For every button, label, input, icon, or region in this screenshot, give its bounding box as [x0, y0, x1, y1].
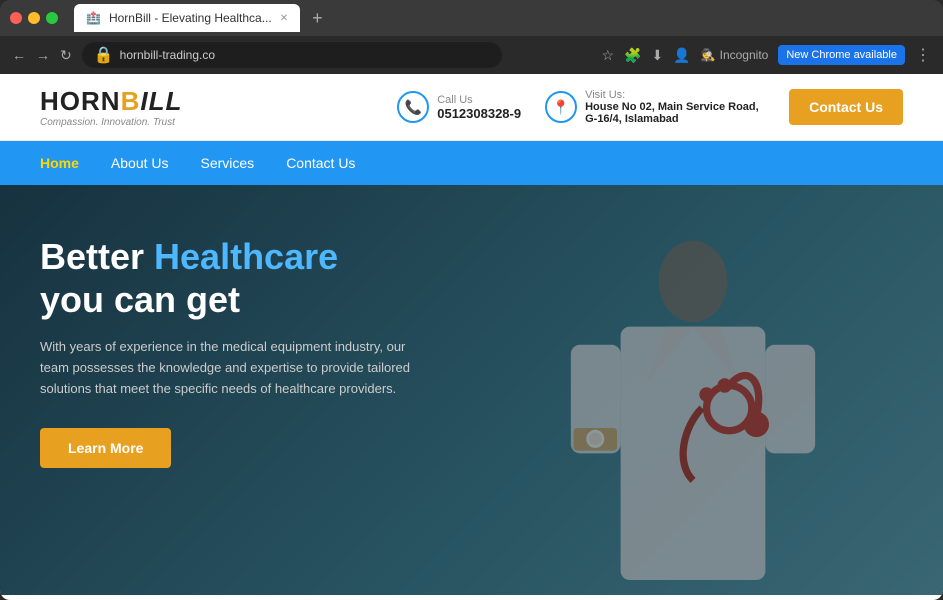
tab-title: HornBill - Elevating Healthca...	[109, 11, 272, 25]
learn-more-button[interactable]: Learn More	[40, 428, 171, 468]
tab-close-icon[interactable]: ✕	[280, 13, 288, 24]
download-icon[interactable]: ⬇	[652, 47, 664, 64]
bookmark-icon[interactable]: ☆	[602, 47, 615, 64]
reload-button[interactable]: ↻	[60, 47, 72, 64]
location-icon: 📍	[545, 91, 577, 123]
call-us-info: Call Us 0512308328-9	[437, 94, 521, 121]
address: House No 02, Main Service Road, G-16/4, …	[585, 101, 765, 125]
lock-icon: 🔒	[94, 45, 114, 65]
site-nav: Home About Us Services Contact Us	[0, 141, 943, 185]
hero-section: Better Healthcare you can get With years…	[0, 185, 943, 595]
logo: HORNBILL	[40, 86, 182, 117]
hero-title: Better Healthcare you can get	[40, 235, 480, 321]
new-chrome-button[interactable]: New Chrome available	[778, 45, 905, 65]
title-bar: 🏥 HornBill - Elevating Healthca... ✕ +	[0, 0, 943, 36]
website-content: HORNBILL Compassion. Innovation. Trust 📞…	[0, 74, 943, 600]
extensions-icon[interactable]: 🧩	[624, 47, 641, 64]
browser-frame: 🏥 HornBill - Elevating Healthca... ✕ + ←…	[0, 0, 943, 600]
logo-ill: ILL	[140, 86, 182, 116]
incognito-icon: 🕵️	[701, 48, 716, 62]
nav-services[interactable]: Services	[201, 143, 255, 183]
hero-title-plain: Better	[40, 236, 154, 277]
contact-us-button[interactable]: Contact Us	[789, 89, 903, 125]
traffic-lights	[10, 12, 58, 24]
logo-horn: H	[40, 86, 60, 116]
back-button[interactable]: ←	[12, 47, 26, 63]
nav-about[interactable]: About Us	[111, 143, 169, 183]
url-text: hornbill-trading.co	[120, 48, 215, 62]
browser-tab[interactable]: 🏥 HornBill - Elevating Healthca... ✕	[74, 4, 300, 32]
call-us-item: 📞 Call Us 0512308328-9	[397, 91, 521, 123]
logo-tagline: Compassion. Innovation. Trust	[40, 117, 182, 128]
forward-button[interactable]: →	[36, 47, 50, 63]
incognito-label: Incognito	[720, 48, 769, 62]
phone-icon: 📞	[397, 91, 429, 123]
minimize-button-tl[interactable]	[28, 12, 40, 24]
hero-description: With years of experience in the medical …	[40, 337, 420, 399]
url-bar[interactable]: 🔒 hornbill-trading.co	[82, 42, 502, 68]
close-button-tl[interactable]	[10, 12, 22, 24]
new-tab-button[interactable]: +	[312, 9, 323, 27]
hero-content: Better Healthcare you can get With years…	[0, 185, 520, 518]
visit-us-label: Visit Us:	[585, 89, 765, 101]
tab-favicon: 🏥	[86, 11, 101, 25]
header-contact: 📞 Call Us 0512308328-9 📍 Visit Us: House…	[397, 89, 903, 125]
address-bar: ← → ↻ 🔒 hornbill-trading.co ☆ 🧩 ⬇ 👤 🕵️ I…	[0, 36, 943, 74]
browser-bar-right: ☆ 🧩 ⬇ 👤 🕵️ Incognito New Chrome availabl…	[602, 45, 932, 65]
call-us-label: Call Us	[437, 94, 521, 106]
phone-number: 0512308328-9	[437, 106, 521, 121]
logo-orn: ORN	[60, 86, 121, 116]
logo-b: B	[121, 86, 141, 116]
nav-contact[interactable]: Contact Us	[286, 143, 355, 183]
visit-us-info: Visit Us: House No 02, Main Service Road…	[585, 89, 765, 125]
nav-home[interactable]: Home	[40, 143, 79, 183]
browser-menu-icon[interactable]: ⋮	[915, 45, 931, 65]
visit-us-item: 📍 Visit Us: House No 02, Main Service Ro…	[545, 89, 765, 125]
profile-icon[interactable]: 👤	[673, 47, 690, 64]
hero-title-line2: you can get	[40, 279, 240, 320]
logo-area: HORNBILL Compassion. Innovation. Trust	[40, 86, 182, 128]
site-header: HORNBILL Compassion. Innovation. Trust 📞…	[0, 74, 943, 141]
incognito-badge: 🕵️ Incognito	[701, 48, 769, 62]
maximize-button-tl[interactable]	[46, 12, 58, 24]
hero-title-highlight: Healthcare	[154, 236, 338, 277]
